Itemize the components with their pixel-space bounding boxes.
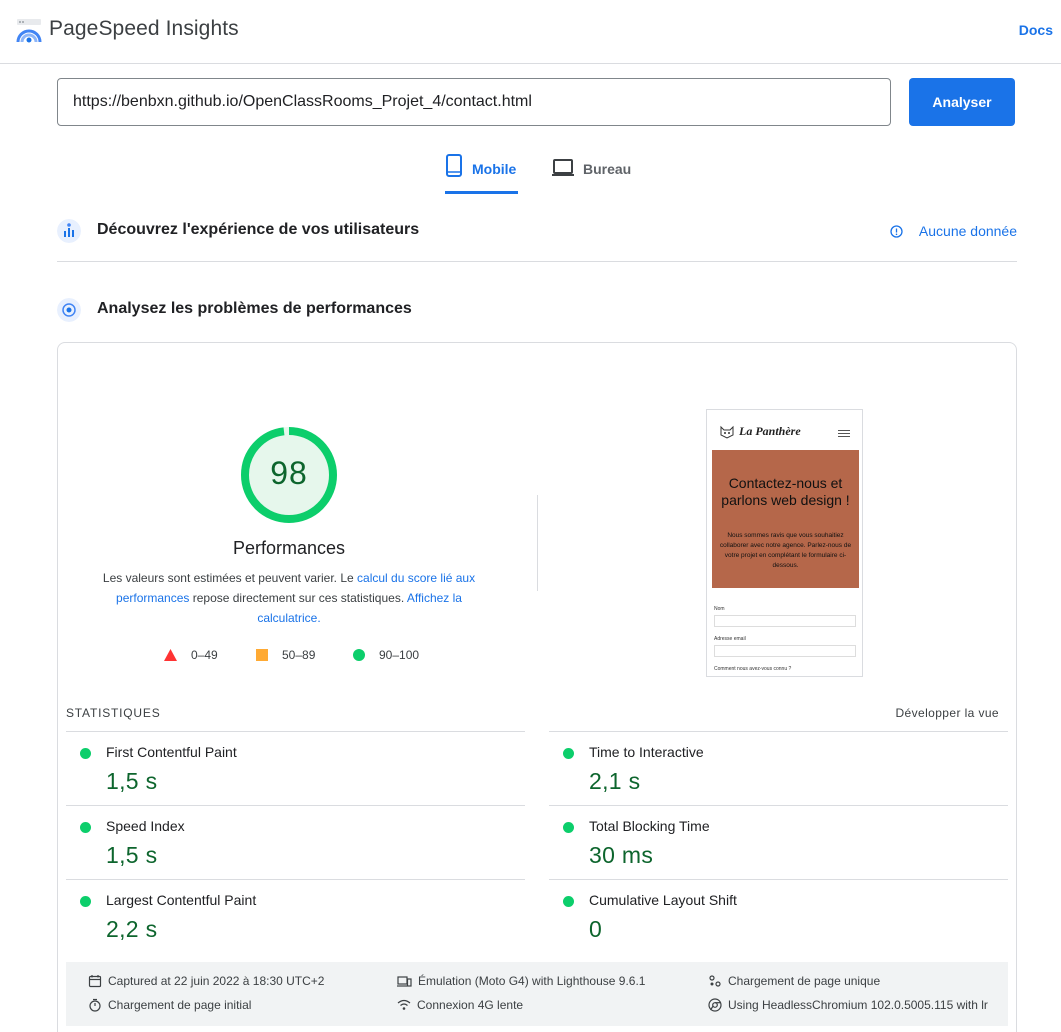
app-title: PageSpeed Insights — [49, 17, 239, 40]
pass-dot-icon — [563, 748, 574, 759]
section-divider — [57, 261, 1017, 262]
laptop-icon — [552, 159, 574, 176]
metric-total-blocking-time: Total Blocking Time 30 ms — [549, 805, 1008, 879]
single-load-text: Chargement de page unique — [728, 974, 881, 988]
square-icon — [256, 649, 268, 661]
circle-icon — [353, 649, 365, 661]
tab-mobile-label: Mobile — [472, 161, 517, 177]
pass-dot-icon — [80, 822, 91, 833]
timer-icon — [89, 998, 101, 1012]
screenshot-body: Nous sommes ravis que vous souhaitiez co… — [719, 532, 852, 569]
screenshot-field — [714, 615, 856, 627]
metric-name: Time to Interactive — [589, 744, 704, 760]
screenshot-field-label: Nom — [714, 606, 725, 612]
page-screenshot: La Panthère Contactez-nous et parlons we… — [706, 409, 863, 677]
pass-dot-icon — [80, 896, 91, 907]
info-icon — [890, 224, 903, 238]
pass-dot-icon — [80, 748, 91, 759]
calendar-icon — [88, 975, 102, 988]
pass-dot-icon — [563, 822, 574, 833]
legend-average-range: 50–89 — [282, 648, 316, 662]
captured-info: Captured at 22 juin 2022 à 18:30 UTC+2 — [88, 974, 324, 988]
nodes-icon — [709, 975, 721, 987]
metric-name: Cumulative Layout Shift — [589, 892, 737, 908]
emulation-text: Émulation (Moto G4) with Lighthouse 9.6.… — [418, 974, 646, 988]
pass-dot-icon — [563, 896, 574, 907]
desc-text-2: repose directement sur ces statistiques. — [189, 591, 407, 605]
metric-name: First Contentful Paint — [106, 744, 237, 760]
metric-cumulative-layout-shift: Cumulative Layout Shift 0 — [549, 879, 1008, 953]
emulation-info: Émulation (Moto G4) with Lighthouse 9.6.… — [397, 974, 645, 988]
metric-name: Total Blocking Time — [589, 818, 710, 834]
single-load-info: Chargement de page unique — [708, 974, 880, 988]
metric-first-contentful-paint: First Contentful Paint 1,5 s — [66, 731, 525, 805]
screenshot-field-label: Comment nous avez-vous connu ? — [714, 666, 792, 672]
screenshot-field — [714, 645, 856, 657]
metric-value: 1,5 s — [106, 768, 158, 794]
url-input[interactable] — [57, 78, 891, 126]
chrome-icon — [708, 998, 722, 1012]
expand-view-toggle[interactable]: Développer la vue — [895, 706, 999, 720]
lab-data-title: Analysez les problèmes de performances — [97, 300, 412, 317]
metric-speed-index: Speed Index 1,5 s — [66, 805, 525, 879]
metric-value: 2,1 s — [589, 768, 641, 794]
screenshot-brand: La Panthère — [719, 424, 801, 439]
score-value: 98 — [270, 455, 308, 491]
hamburger-menu-icon — [838, 430, 850, 439]
screenshot-brand-text: La Panthère — [739, 424, 801, 438]
tab-desktop-label: Bureau — [583, 161, 632, 177]
browser-text: Using HeadlessChromium 102.0.5005.115 wi… — [728, 998, 988, 1012]
metric-largest-contentful-paint: Largest Contentful Paint 2,2 s — [66, 879, 525, 953]
wifi-icon — [397, 999, 411, 1010]
captured-text: Captured at 22 juin 2022 à 18:30 UTC+2 — [108, 974, 325, 988]
run-info-panel: Captured at 22 juin 2022 à 18:30 UTC+2 C… — [66, 962, 1008, 1026]
screenshot-heading: Contactez-nous et parlons web design ! — [721, 475, 850, 508]
screenshot-field-label: Adresse email — [714, 636, 746, 642]
pagespeed-logo-icon[interactable] — [16, 18, 42, 44]
screenshot-hero: Contactez-nous et parlons web design ! N… — [712, 450, 859, 588]
field-data-title: Découvrez l'expérience de vos utilisateu… — [97, 221, 420, 238]
legend-fail: 0–49 — [164, 648, 218, 662]
legend-average: 50–89 — [256, 648, 315, 662]
tab-desktop[interactable]: Bureau — [552, 152, 637, 194]
metric-time-to-interactive: Time to Interactive 2,1 s — [549, 731, 1008, 805]
connection-info: Connexion 4G lente — [397, 998, 523, 1012]
stats-heading: STATISTIQUES — [66, 706, 161, 720]
no-data-label: Aucune donnée — [918, 223, 1017, 239]
legend-fail-range: 0–49 — [191, 648, 218, 662]
users-chart-icon — [57, 219, 81, 243]
performance-target-icon — [57, 298, 81, 322]
desc-text-1: Les valeurs sont estimées et peuvent var… — [102, 571, 358, 585]
metric-value: 2,2 s — [106, 916, 158, 942]
initial-load-text: Chargement de page initial — [108, 998, 252, 1012]
devices-icon — [397, 976, 412, 987]
smartphone-icon — [446, 154, 462, 177]
metric-value: 30 ms — [589, 842, 654, 868]
metric-value: 0 — [589, 916, 603, 942]
panther-logo-icon — [720, 425, 734, 439]
browser-info: Using HeadlessChromium 102.0.5005.115 wi… — [708, 998, 988, 1012]
metric-name: Largest Contentful Paint — [106, 892, 257, 908]
legend-pass-range: 90–100 — [379, 648, 420, 662]
triangle-icon — [164, 649, 177, 661]
top-bar: PageSpeed Insights Docs — [0, 0, 1061, 64]
analyze-button[interactable]: Analyser — [909, 78, 1015, 126]
vertical-divider — [537, 495, 538, 591]
connection-text: Connexion 4G lente — [417, 998, 524, 1012]
score-description: Les valeurs sont estimées et peuvent var… — [99, 568, 479, 628]
legend-pass: 90–100 — [353, 648, 419, 662]
tab-mobile[interactable]: Mobile — [445, 152, 518, 194]
score-label: Performances — [232, 538, 346, 558]
initial-load-info: Chargement de page initial — [88, 998, 251, 1012]
docs-link[interactable]: Docs — [1019, 22, 1053, 38]
metric-name: Speed Index — [106, 818, 185, 834]
metric-value: 1,5 s — [106, 842, 158, 868]
no-data-indicator[interactable]: Aucune donnée — [890, 223, 1017, 239]
